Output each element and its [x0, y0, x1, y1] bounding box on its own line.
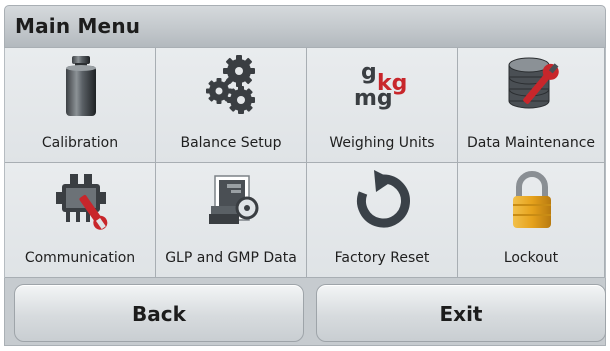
unit-g-text: g	[361, 60, 377, 85]
weighing-units-icon: g kg mg	[354, 60, 407, 111]
menu-item-balance-setup[interactable]: Balance Setup	[156, 48, 307, 163]
page-title: Main Menu	[15, 14, 141, 38]
menu-grid: Calibration Balance Setup g kg mg Weighi…	[4, 48, 606, 278]
menu-item-label: GLP and GMP Data	[165, 250, 297, 266]
menu-item-communication[interactable]: Communication	[5, 163, 156, 278]
back-button[interactable]: Back	[14, 284, 304, 342]
title-bar: Main Menu	[4, 5, 606, 48]
glp-gmp-data-icon	[209, 175, 259, 224]
menu-item-calibration[interactable]: Calibration	[5, 48, 156, 163]
menu-item-label: Weighing Units	[329, 135, 435, 151]
menu-item-label: Balance Setup	[180, 135, 282, 151]
exit-button[interactable]: Exit	[316, 284, 606, 342]
unit-mg-text: mg	[354, 86, 393, 111]
menu-item-label: Communication	[24, 250, 136, 266]
factory-reset-icon	[357, 170, 410, 228]
back-button-label: Back	[132, 302, 186, 326]
calibration-weight-icon	[66, 56, 96, 116]
menu-item-glp-gmp-data[interactable]: GLP and GMP Data	[156, 163, 307, 278]
menu-item-label: Data Maintenance	[466, 135, 596, 151]
menu-item-label: Lockout	[503, 250, 559, 266]
menu-item-weighing-units[interactable]: g kg mg Weighing Units	[307, 48, 458, 163]
lockout-padlock-icon	[513, 171, 551, 228]
balance-setup-gears-icon	[206, 55, 255, 114]
main-menu-screen: Main Menu Calibration Balance Setup g kg…	[0, 0, 610, 351]
menu-item-label: Calibration	[41, 135, 119, 151]
data-maintenance-icon	[508, 57, 559, 109]
exit-button-label: Exit	[439, 302, 483, 326]
communication-icon	[56, 174, 108, 230]
menu-item-factory-reset[interactable]: Factory Reset	[307, 163, 458, 278]
menu-item-lockout[interactable]: Lockout	[458, 163, 605, 278]
menu-item-data-maintenance[interactable]: Data Maintenance	[458, 48, 605, 163]
menu-item-label: Factory Reset	[334, 250, 430, 266]
bottom-bar: Back Exit	[4, 278, 606, 346]
